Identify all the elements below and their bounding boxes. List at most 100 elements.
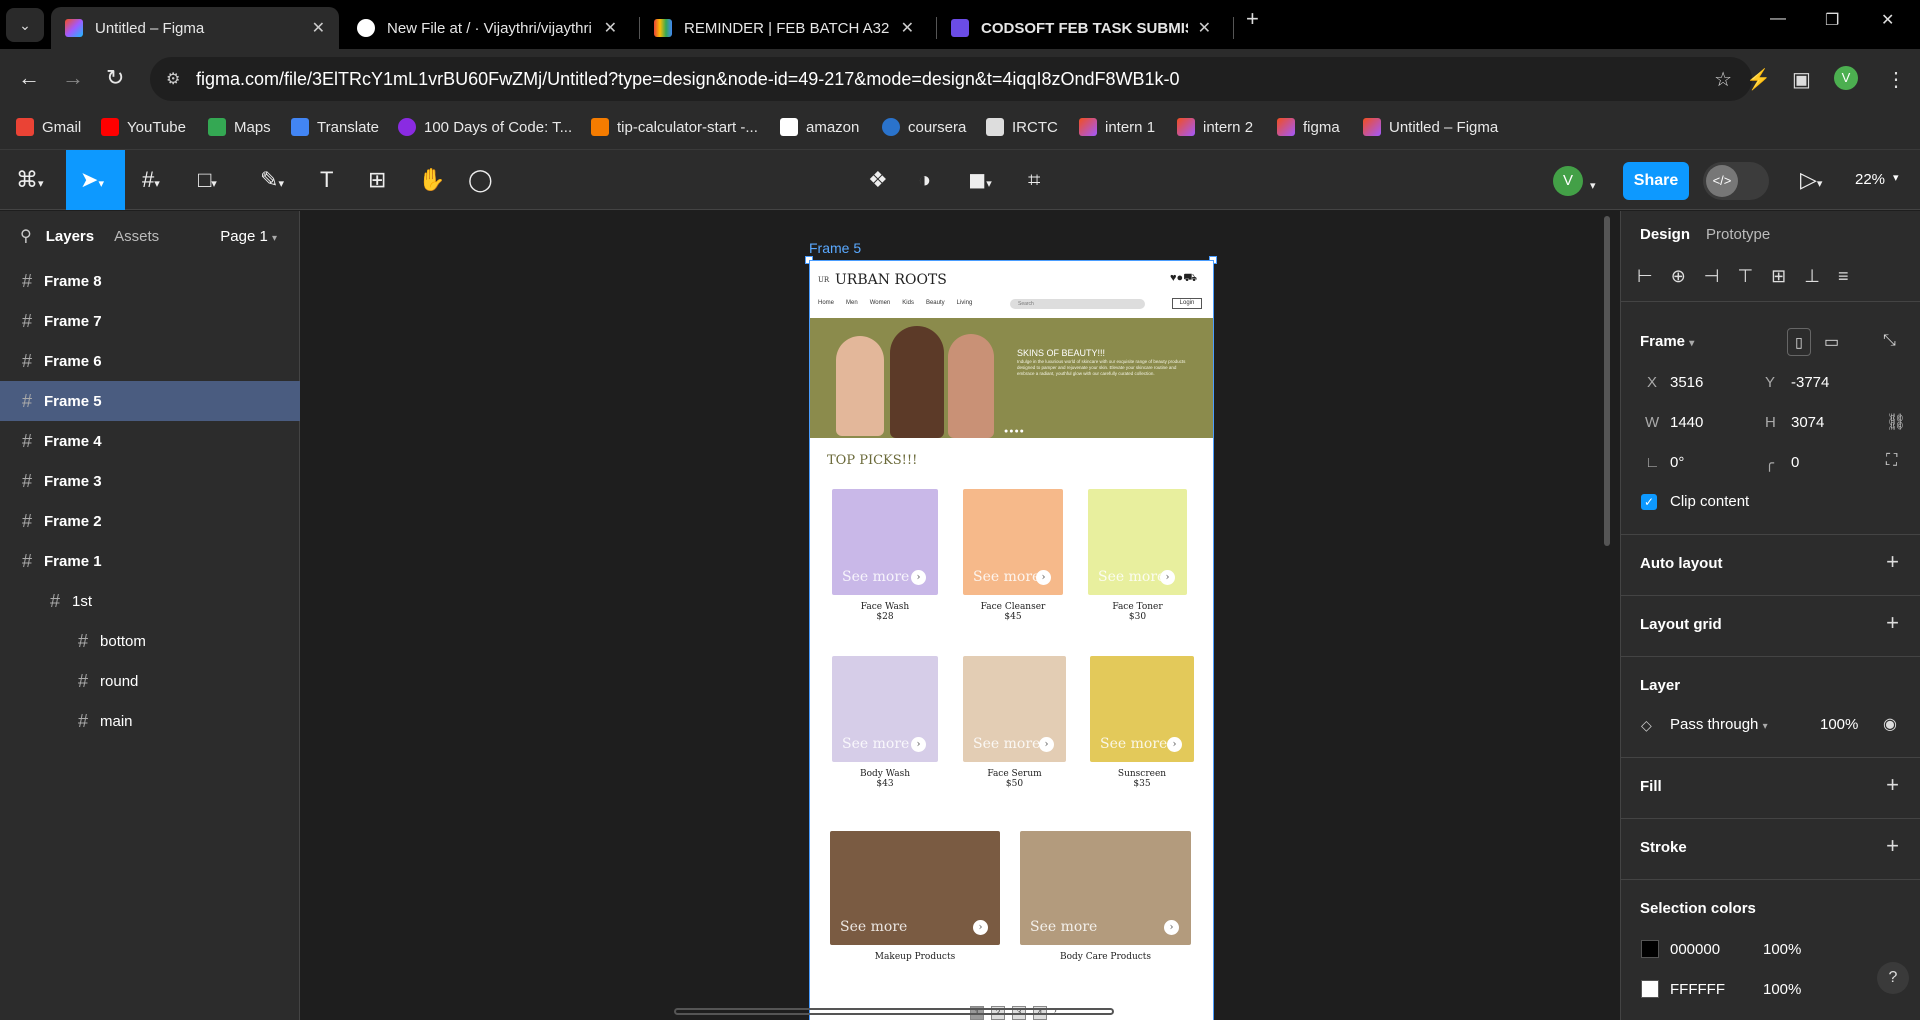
align-right-icon[interactable]: ⊣	[1704, 266, 1738, 286]
radius-input[interactable]: 0	[1791, 454, 1799, 471]
bookmark-irctc[interactable]: IRCTC	[986, 118, 1058, 136]
main-menu-icon[interactable]: ⌘▾	[16, 164, 44, 200]
minimize-button[interactable]: —	[1770, 10, 1786, 28]
extension-icon[interactable]: ⚡	[1746, 67, 1771, 92]
layer-item[interactable]: # Frame 4	[0, 421, 300, 461]
w-input[interactable]: 1440	[1670, 414, 1703, 431]
layer-item[interactable]: # Frame 1	[0, 541, 300, 581]
side-panel-icon[interactable]: ▣	[1792, 67, 1811, 92]
tab-assets[interactable]: Assets	[114, 228, 159, 245]
chevron-down-icon[interactable]: ▾	[1893, 171, 1899, 184]
bookmark-intern1[interactable]: intern 1	[1079, 118, 1155, 136]
color-hex[interactable]: 000000	[1670, 941, 1720, 958]
close-icon[interactable]: ✕	[901, 18, 914, 38]
bookmark-amazon[interactable]: amazon	[780, 118, 859, 136]
add-stroke-icon[interactable]: +	[1886, 833, 1899, 859]
resize-to-fit-icon[interactable]: ⤡	[1883, 332, 1896, 350]
move-tool-icon[interactable]: ➤▾	[80, 164, 104, 200]
profile-avatar[interactable]: V	[1834, 66, 1858, 90]
tab-github[interactable]: New File at / · Vijaythri/vijaythri ✕	[343, 7, 631, 49]
eye-icon[interactable]: ◉	[1883, 714, 1897, 734]
zoom-level[interactable]: 22%	[1855, 171, 1885, 188]
share-button[interactable]: Share	[1623, 162, 1689, 200]
align-left-icon[interactable]: ⊢	[1637, 266, 1671, 286]
present-icon[interactable]: ▷▾	[1800, 164, 1822, 200]
add-layout-grid-icon[interactable]: +	[1886, 610, 1899, 636]
color-hex[interactable]: FFFFFF	[1670, 981, 1725, 998]
close-icon[interactable]: ✕	[1198, 18, 1211, 38]
bookmark-youtube[interactable]: YouTube	[101, 118, 186, 136]
layer-item[interactable]: #1st	[0, 581, 300, 621]
text-tool-icon[interactable]: T	[320, 164, 333, 196]
tab-layers[interactable]: Layers	[46, 228, 94, 245]
frame-tool-icon[interactable]: #▾	[142, 164, 160, 200]
bookmark-gmail[interactable]: Gmail	[16, 118, 81, 136]
bookmark-100days[interactable]: 100 Days of Code: T...	[398, 118, 572, 136]
independent-corners-icon[interactable]: ⛶	[1886, 452, 1897, 470]
back-icon[interactable]: ←	[18, 65, 40, 91]
tab-codsoft[interactable]: CODSOFT FEB TASK SUBMISSIO ✕	[937, 7, 1225, 49]
search-icon[interactable]: ⚲	[20, 226, 32, 246]
bookmark-untitled-figma[interactable]: Untitled – Figma	[1363, 118, 1498, 136]
frame-name-label[interactable]: Frame 5	[809, 240, 861, 256]
tab-prototype[interactable]: Prototype	[1706, 226, 1770, 243]
layer-item[interactable]: # Frame 6	[0, 341, 300, 381]
mask-icon[interactable]: ◑	[918, 164, 931, 196]
x-input[interactable]: 3516	[1670, 374, 1703, 391]
close-icon[interactable]: ✕	[604, 18, 617, 38]
restore-button[interactable]: ❐	[1825, 10, 1839, 30]
close-icon[interactable]: ✕	[312, 18, 325, 38]
y-input[interactable]: -3774	[1791, 374, 1829, 391]
horizontal-scrollbar[interactable]	[674, 1008, 1114, 1015]
component-icon[interactable]: ❖	[868, 164, 888, 196]
close-window-button[interactable]: ✕	[1881, 10, 1894, 30]
shape-tool-icon[interactable]: □▾	[198, 164, 217, 200]
omnibox[interactable]: ⚙ figma.com/file/3ElTRcY1mL1vrBU60FwZMj/…	[150, 57, 1752, 101]
color-swatch[interactable]	[1641, 980, 1659, 998]
layer-item[interactable]: # main	[0, 701, 300, 741]
forward-icon[interactable]: →	[62, 65, 84, 91]
layer-item[interactable]: # Frame 3	[0, 461, 300, 501]
design-frame[interactable]: UR URBAN ROOTS ♥●⛟ Home Men Women Kids Beaut…	[809, 260, 1214, 1020]
align-center-icon[interactable]: ⊕	[1671, 266, 1704, 286]
add-auto-layout-icon[interactable]: +	[1886, 549, 1899, 575]
frame-type-dropdown[interactable]: Frame ▾	[1640, 333, 1694, 350]
distribute-icon[interactable]: ≡	[1838, 266, 1867, 286]
bookmark-tip-calculator[interactable]: tip-calculator-start -...	[591, 118, 758, 136]
landscape-icon[interactable]: ▭	[1824, 332, 1839, 352]
layer-item[interactable]: # bottom	[0, 621, 300, 661]
site-info-icon[interactable]: ⚙	[166, 69, 180, 89]
layer-item[interactable]: # Frame 5	[0, 381, 300, 421]
layer-item[interactable]: # Frame 2	[0, 501, 300, 541]
new-tab-button[interactable]: +	[1246, 6, 1259, 32]
color-opacity[interactable]: 100%	[1763, 981, 1801, 998]
blend-mode-dropdown[interactable]: Pass through ▾	[1670, 716, 1768, 733]
tab-figma[interactable]: Untitled – Figma ✕	[51, 7, 339, 49]
bookmark-figma[interactable]: figma	[1277, 118, 1340, 136]
align-middle-icon[interactable]: ⊞	[1771, 266, 1804, 286]
crop-icon[interactable]: ⌗	[1028, 164, 1040, 196]
bookmark-intern2[interactable]: intern 2	[1177, 118, 1253, 136]
resources-icon[interactable]: ⊞	[368, 164, 386, 196]
boolean-icon[interactable]: ◼▾	[968, 164, 992, 200]
vertical-scrollbar[interactable]	[1604, 216, 1610, 546]
pen-tool-icon[interactable]: ✎▾	[260, 164, 284, 200]
bookmark-maps[interactable]: Maps	[208, 118, 271, 136]
bookmark-translate[interactable]: Translate	[291, 118, 379, 136]
portrait-icon[interactable]: ▯	[1787, 328, 1811, 356]
align-top-icon[interactable]: ⊤	[1737, 266, 1771, 286]
constrain-proportions-icon[interactable]: ⛓	[1886, 412, 1906, 432]
layer-item[interactable]: # round	[0, 661, 300, 701]
reload-icon[interactable]: ↻	[106, 65, 124, 91]
layer-opacity[interactable]: 100%	[1820, 716, 1858, 733]
comment-tool-icon[interactable]: ◯	[468, 164, 493, 196]
rotation-input[interactable]: 0°	[1670, 454, 1684, 471]
menu-icon[interactable]: ⋮	[1886, 67, 1906, 92]
tab-design[interactable]: Design	[1640, 226, 1690, 243]
user-avatar[interactable]: V	[1553, 166, 1583, 196]
url-text[interactable]: figma.com/file/3ElTRcY1mL1vrBU60FwZMj/Un…	[196, 69, 1180, 90]
chevron-down-icon[interactable]: ▾	[1590, 170, 1596, 202]
canvas[interactable]: Frame 5 UR URBAN ROOTS ♥●⛟ Home Men Women K…	[301, 211, 1619, 1020]
color-opacity[interactable]: 100%	[1763, 941, 1801, 958]
h-input[interactable]: 3074	[1791, 414, 1824, 431]
